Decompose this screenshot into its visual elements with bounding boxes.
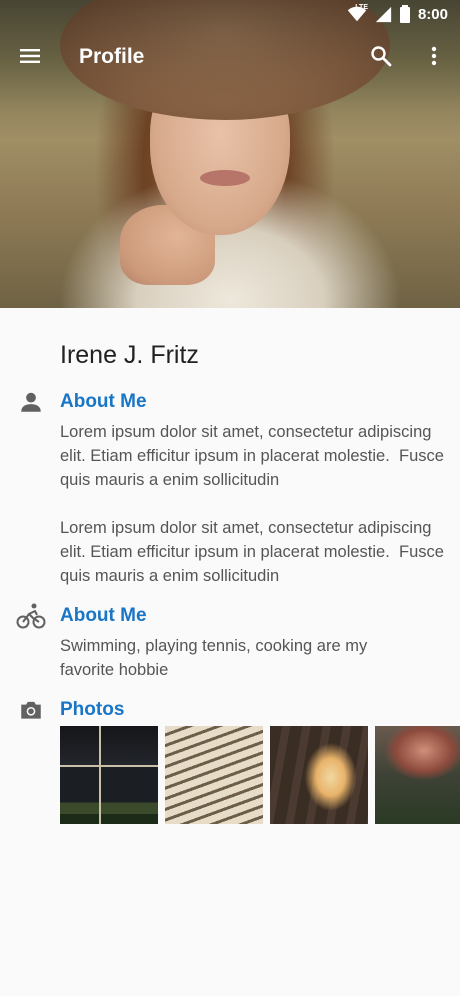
network-label: LTE	[355, 4, 368, 11]
about-me-text: Lorem ipsum dolor sit amet, consectetur …	[60, 423, 444, 585]
app-bar: Profile	[0, 32, 460, 80]
search-icon[interactable]	[369, 44, 393, 68]
window-photo[interactable]	[60, 726, 158, 824]
terrace-photo[interactable]	[375, 726, 460, 824]
hobbies-title: About Me	[60, 605, 147, 626]
bench-photo[interactable]	[165, 726, 263, 824]
camera-icon	[21, 701, 41, 719]
more-vert-icon[interactable]	[422, 44, 446, 68]
hamburger-menu-icon[interactable]	[18, 44, 42, 68]
about-me-title: About Me	[60, 391, 147, 412]
page-title: Profile	[79, 45, 145, 68]
status-bar: LTE 8:00	[347, 4, 448, 24]
photos-title: Photos	[60, 699, 125, 720]
hobbies-text: Swimming, playing tennis, cooking are my…	[60, 637, 372, 679]
person-icon	[21, 392, 41, 412]
cell-signal-icon	[375, 6, 392, 22]
bicycle-icon	[16, 603, 46, 629]
photo-gallery	[60, 726, 460, 824]
clock: 8:00	[417, 5, 448, 23]
drink-photo[interactable]	[270, 726, 368, 824]
battery-icon	[399, 5, 410, 23]
profile-name: Irene J. Fritz	[60, 341, 199, 369]
